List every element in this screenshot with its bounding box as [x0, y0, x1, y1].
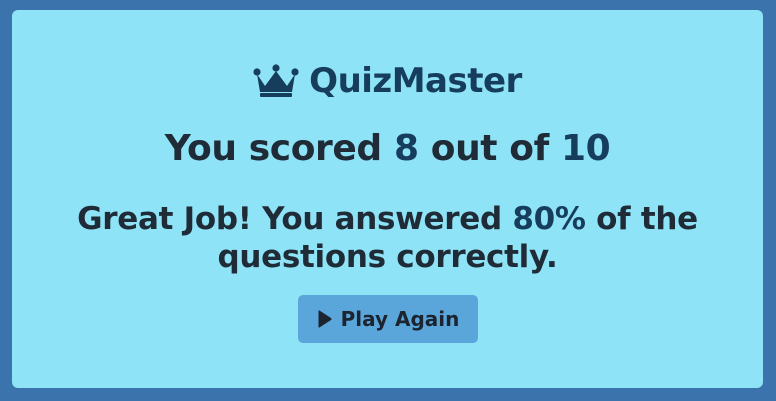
brand-header: QuizMaster [12, 60, 763, 102]
message-prefix: Great Job! You answered [77, 201, 502, 237]
play-again-label: Play Again [340, 307, 460, 331]
result-card: QuizMaster You scored 8 out of 10 Great … [12, 10, 763, 388]
score-prefix: You scored [164, 128, 383, 169]
score-correct: 8 [393, 128, 419, 169]
score-middle: out of [430, 128, 550, 169]
play-again-button[interactable]: Play Again [298, 295, 478, 343]
app-title: QuizMaster [309, 61, 522, 101]
play-icon [318, 310, 332, 328]
score-line: You scored 8 out of 10 [12, 127, 763, 171]
score-percent: 80% [512, 201, 586, 237]
crown-icon [253, 64, 299, 97]
result-message: Great Job! You answered 80% of the quest… [42, 200, 733, 276]
score-total: 10 [560, 128, 611, 169]
